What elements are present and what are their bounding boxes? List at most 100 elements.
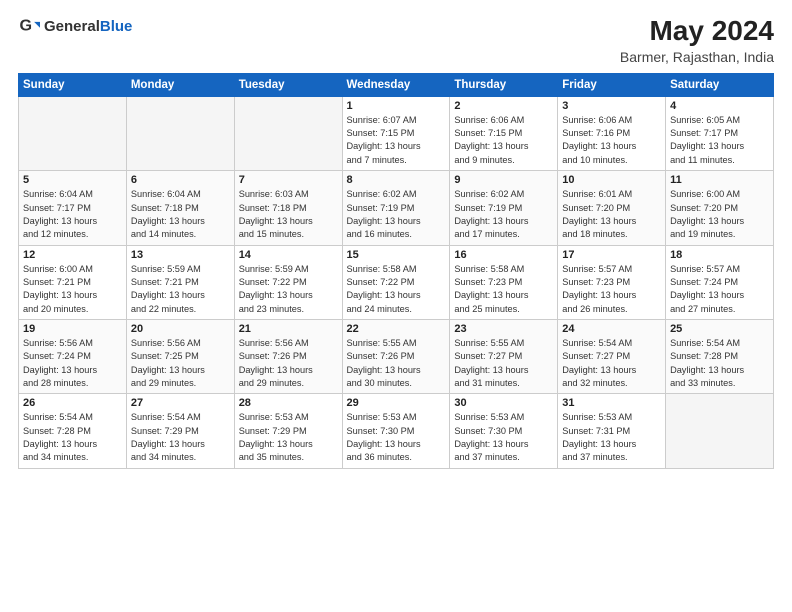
- calendar-cell-4-3: 29Sunrise: 5:53 AMSunset: 7:30 PMDayligh…: [342, 394, 450, 468]
- day-number: 19: [23, 323, 122, 335]
- header-thursday: Thursday: [450, 73, 558, 96]
- day-detail: Sunrise: 5:55 AMSunset: 7:26 PMDaylight:…: [347, 337, 446, 390]
- day-detail: Sunrise: 6:03 AMSunset: 7:18 PMDaylight:…: [239, 188, 338, 241]
- day-number: 28: [239, 397, 338, 409]
- calendar-cell-0-2: [234, 96, 342, 170]
- calendar-cell-0-4: 2Sunrise: 6:06 AMSunset: 7:15 PMDaylight…: [450, 96, 558, 170]
- calendar-cell-4-6: [666, 394, 774, 468]
- calendar-cell-0-6: 4Sunrise: 6:05 AMSunset: 7:17 PMDaylight…: [666, 96, 774, 170]
- logo: G GeneralBlue: [18, 16, 132, 38]
- week-row-1: 5 Sunrise: 6:04 AMSunset: 7:17 PMDaylight…: [19, 171, 774, 245]
- day-number: 13: [131, 249, 230, 261]
- calendar-cell-1-6: 11 Sunrise: 6:00 AMSunset: 7:20 PMDayligh…: [666, 171, 774, 245]
- calendar-cell-4-0: 26Sunrise: 5:54 AMSunset: 7:28 PMDayligh…: [19, 394, 127, 468]
- calendar-cell-3-5: 24 Sunrise: 5:54 AMSunset: 7:27 PMDayligh…: [558, 319, 666, 393]
- day-detail: Sunrise: 5:59 AMSunset: 7:22 PMDaylight:…: [239, 263, 338, 316]
- calendar-cell-3-0: 19Sunrise: 5:56 AMSunset: 7:24 PMDayligh…: [19, 319, 127, 393]
- day-detail: Sunrise: 5:53 AMSunset: 7:29 PMDaylight:…: [239, 411, 338, 464]
- day-number: 26: [23, 397, 122, 409]
- calendar-cell-1-3: 8Sunrise: 6:02 AMSunset: 7:19 PMDaylight…: [342, 171, 450, 245]
- header-friday: Friday: [558, 73, 666, 96]
- calendar-cell-2-1: 13Sunrise: 5:59 AMSunset: 7:21 PMDayligh…: [126, 245, 234, 319]
- calendar-cell-2-2: 14 Sunrise: 5:59 AMSunset: 7:22 PMDayligh…: [234, 245, 342, 319]
- week-row-4: 26Sunrise: 5:54 AMSunset: 7:28 PMDayligh…: [19, 394, 774, 468]
- day-detail: Sunrise: 5:53 AMSunset: 7:30 PMDaylight:…: [454, 411, 553, 464]
- main-title: May 2024: [620, 16, 774, 47]
- day-detail: Sunrise: 5:58 AMSunset: 7:22 PMDaylight:…: [347, 263, 446, 316]
- calendar-cell-0-3: 1 Sunrise: 6:07 AMSunset: 7:15 PMDaylight…: [342, 96, 450, 170]
- calendar-cell-2-0: 12 Sunrise: 6:00 AMSunset: 7:21 PMDayligh…: [19, 245, 127, 319]
- weekday-header-row: Sunday Monday Tuesday Wednesday Thursday…: [19, 73, 774, 96]
- day-number: 10: [562, 174, 661, 186]
- day-number: 7: [239, 174, 338, 186]
- week-row-3: 19Sunrise: 5:56 AMSunset: 7:24 PMDayligh…: [19, 319, 774, 393]
- week-row-0: 1 Sunrise: 6:07 AMSunset: 7:15 PMDaylight…: [19, 96, 774, 170]
- calendar-cell-0-0: [19, 96, 127, 170]
- calendar-cell-2-5: 17 Sunrise: 5:57 AMSunset: 7:23 PMDayligh…: [558, 245, 666, 319]
- page: G GeneralBlue May 2024 Barmer, Rajasthan…: [0, 0, 792, 612]
- calendar-cell-2-6: 18Sunrise: 5:57 AMSunset: 7:24 PMDayligh…: [666, 245, 774, 319]
- header: G GeneralBlue May 2024 Barmer, Rajasthan…: [18, 16, 774, 65]
- day-detail: Sunrise: 6:01 AMSunset: 7:20 PMDaylight:…: [562, 188, 661, 241]
- day-number: 4: [670, 100, 769, 112]
- calendar-cell-3-2: 21 Sunrise: 5:56 AMSunset: 7:26 PMDayligh…: [234, 319, 342, 393]
- day-detail: Sunrise: 5:54 AMSunset: 7:27 PMDaylight:…: [562, 337, 661, 390]
- day-detail: Sunrise: 5:58 AMSunset: 7:23 PMDaylight:…: [454, 263, 553, 316]
- calendar-cell-1-2: 7 Sunrise: 6:03 AMSunset: 7:18 PMDaylight…: [234, 171, 342, 245]
- day-number: 29: [347, 397, 446, 409]
- day-number: 12: [23, 249, 122, 261]
- day-number: 11: [670, 174, 769, 186]
- header-monday: Monday: [126, 73, 234, 96]
- header-saturday: Saturday: [666, 73, 774, 96]
- day-number: 22: [347, 323, 446, 335]
- day-detail: Sunrise: 6:06 AMSunset: 7:16 PMDaylight:…: [562, 114, 661, 167]
- day-detail: Sunrise: 5:54 AMSunset: 7:29 PMDaylight:…: [131, 411, 230, 464]
- day-number: 16: [454, 249, 553, 261]
- header-tuesday: Tuesday: [234, 73, 342, 96]
- day-number: 5: [23, 174, 122, 186]
- day-number: 31: [562, 397, 661, 409]
- calendar-cell-4-1: 27 Sunrise: 5:54 AMSunset: 7:29 PMDayligh…: [126, 394, 234, 468]
- day-number: 3: [562, 100, 661, 112]
- day-detail: Sunrise: 6:00 AMSunset: 7:21 PMDaylight:…: [23, 263, 122, 316]
- day-number: 27: [131, 397, 230, 409]
- day-detail: Sunrise: 5:53 AMSunset: 7:31 PMDaylight:…: [562, 411, 661, 464]
- logo-icon: G: [18, 16, 40, 38]
- day-number: 24: [562, 323, 661, 335]
- day-detail: Sunrise: 6:00 AMSunset: 7:20 PMDaylight:…: [670, 188, 769, 241]
- day-number: 6: [131, 174, 230, 186]
- day-number: 23: [454, 323, 553, 335]
- svg-text:G: G: [19, 17, 32, 35]
- calendar-cell-3-1: 20 Sunrise: 5:56 AMSunset: 7:25 PMDayligh…: [126, 319, 234, 393]
- day-number: 1: [347, 100, 446, 112]
- day-number: 20: [131, 323, 230, 335]
- calendar-cell-4-2: 28 Sunrise: 5:53 AMSunset: 7:29 PMDayligh…: [234, 394, 342, 468]
- day-number: 8: [347, 174, 446, 186]
- subtitle: Barmer, Rajasthan, India: [620, 49, 774, 65]
- day-detail: Sunrise: 6:07 AMSunset: 7:15 PMDaylight:…: [347, 114, 446, 167]
- day-number: 21: [239, 323, 338, 335]
- calendar-cell-1-5: 10 Sunrise: 6:01 AMSunset: 7:20 PMDayligh…: [558, 171, 666, 245]
- day-number: 9: [454, 174, 553, 186]
- day-detail: Sunrise: 6:04 AMSunset: 7:17 PMDaylight:…: [23, 188, 122, 241]
- day-detail: Sunrise: 5:56 AMSunset: 7:26 PMDaylight:…: [239, 337, 338, 390]
- day-number: 17: [562, 249, 661, 261]
- calendar-cell-1-1: 6 Sunrise: 6:04 AMSunset: 7:18 PMDaylight…: [126, 171, 234, 245]
- calendar-cell-3-6: 25Sunrise: 5:54 AMSunset: 7:28 PMDayligh…: [666, 319, 774, 393]
- day-detail: Sunrise: 5:57 AMSunset: 7:23 PMDaylight:…: [562, 263, 661, 316]
- day-detail: Sunrise: 5:54 AMSunset: 7:28 PMDaylight:…: [670, 337, 769, 390]
- calendar-cell-2-3: 15Sunrise: 5:58 AMSunset: 7:22 PMDayligh…: [342, 245, 450, 319]
- day-detail: Sunrise: 5:56 AMSunset: 7:25 PMDaylight:…: [131, 337, 230, 390]
- calendar-cell-4-5: 31 Sunrise: 5:53 AMSunset: 7:31 PMDayligh…: [558, 394, 666, 468]
- header-wednesday: Wednesday: [342, 73, 450, 96]
- calendar-cell-4-4: 30 Sunrise: 5:53 AMSunset: 7:30 PMDayligh…: [450, 394, 558, 468]
- day-number: 2: [454, 100, 553, 112]
- day-number: 14: [239, 249, 338, 261]
- calendar-cell-0-5: 3 Sunrise: 6:06 AMSunset: 7:16 PMDaylight…: [558, 96, 666, 170]
- calendar-cell-3-3: 22 Sunrise: 5:55 AMSunset: 7:26 PMDayligh…: [342, 319, 450, 393]
- calendar-cell-1-4: 9 Sunrise: 6:02 AMSunset: 7:19 PMDaylight…: [450, 171, 558, 245]
- day-detail: Sunrise: 6:04 AMSunset: 7:18 PMDaylight:…: [131, 188, 230, 241]
- day-number: 30: [454, 397, 553, 409]
- day-detail: Sunrise: 6:02 AMSunset: 7:19 PMDaylight:…: [454, 188, 553, 241]
- day-number: 18: [670, 249, 769, 261]
